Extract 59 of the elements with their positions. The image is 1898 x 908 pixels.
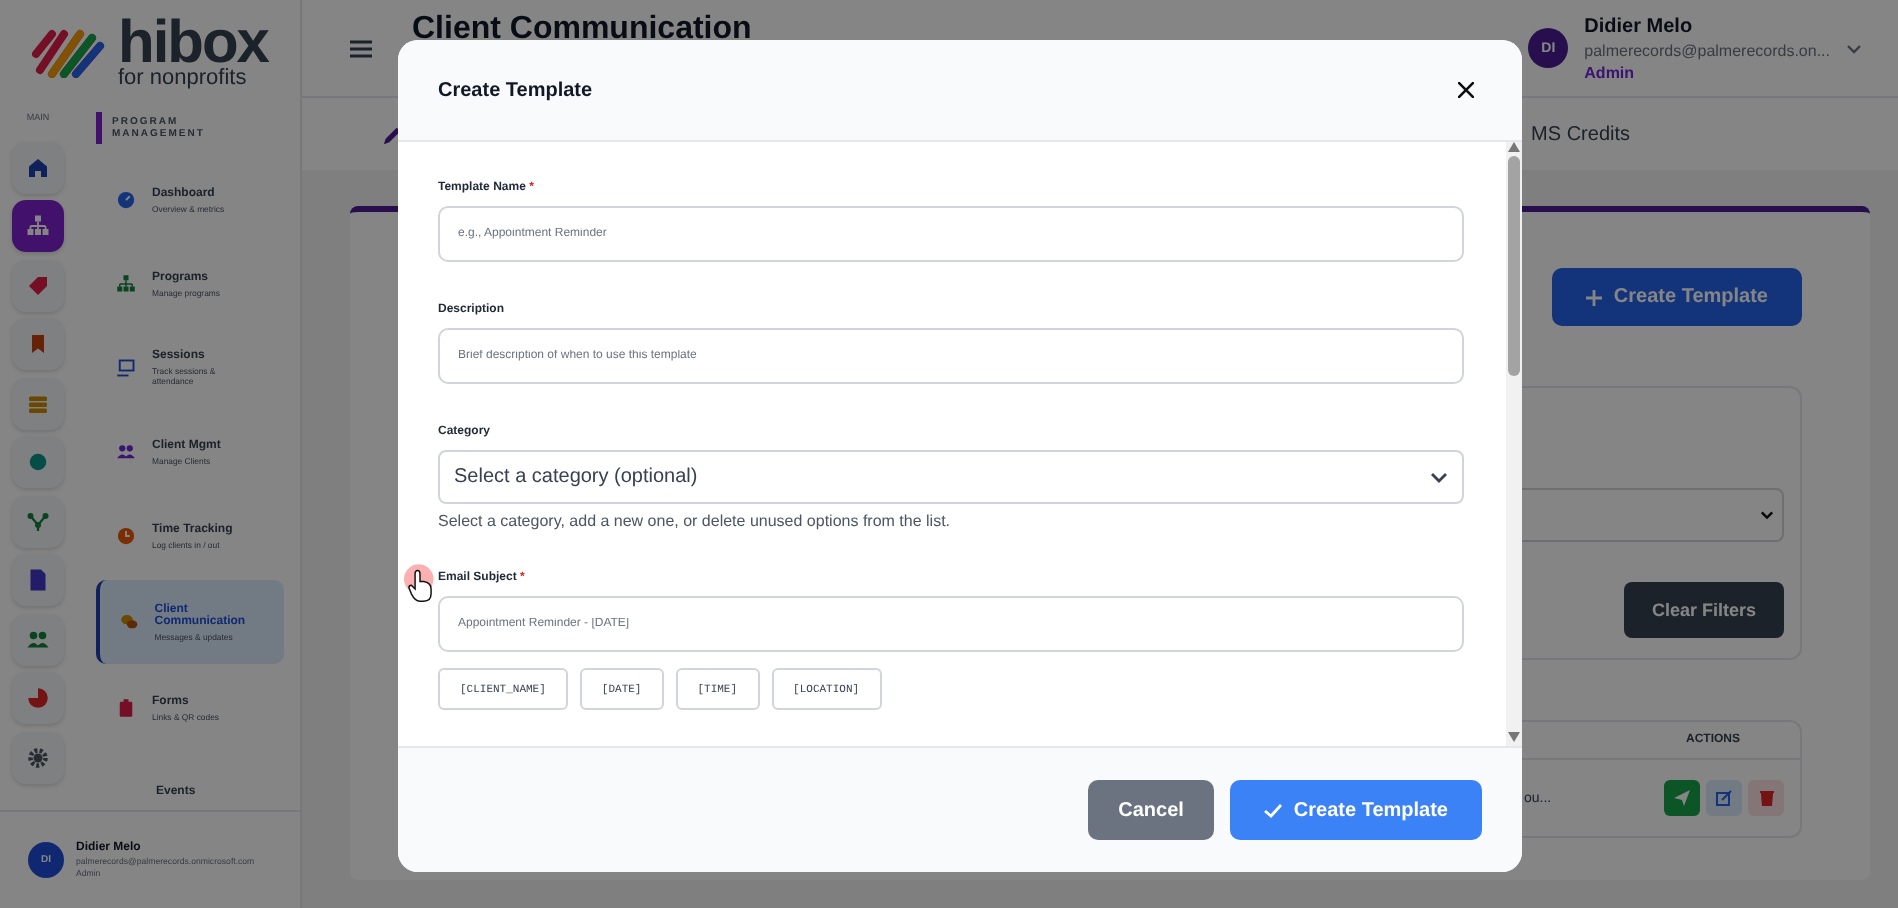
- document-icon: [26, 568, 50, 592]
- clear-filters-button[interactable]: Clear Filters: [1623, 582, 1784, 638]
- hierarchy-icon: [26, 214, 50, 238]
- trash-icon: [1759, 790, 1773, 806]
- tag-icon: [26, 273, 50, 297]
- tab[interactable]: MS Credits: [1531, 111, 1630, 157]
- close-button[interactable]: [1454, 78, 1478, 102]
- cancel-button[interactable]: Cancel: [1088, 780, 1214, 840]
- rail-button[interactable]: [12, 377, 64, 429]
- rail-button[interactable]: [12, 613, 64, 665]
- user-email: palmerecords@palmerecords.on...: [1584, 41, 1830, 59]
- pie-icon: [26, 686, 50, 710]
- dot-icon: [26, 450, 50, 474]
- rail-button[interactable]: [12, 554, 64, 606]
- stack-icon: [26, 391, 50, 415]
- rail-button[interactable]: [12, 495, 64, 547]
- paper-plane-icon: [1674, 790, 1690, 806]
- scroll-down-icon[interactable]: [1508, 732, 1520, 742]
- dialog-title: Create Template: [438, 79, 593, 101]
- rail-button[interactable]: [12, 672, 64, 724]
- network-icon: [26, 509, 50, 533]
- rail-button[interactable]: [12, 259, 64, 311]
- help-text: Select a category, add a new one, or delete unused options from the list.: [438, 512, 953, 530]
- rail-button[interactable]: [12, 731, 64, 783]
- rail-button[interactable]: [12, 318, 64, 370]
- category-select[interactable]: Select a category (optional): [438, 450, 1464, 504]
- plus-icon: [1585, 289, 1602, 305]
- brand-tagline: for nonprofits: [118, 69, 249, 89]
- rail-button[interactable]: [12, 436, 64, 488]
- create-template-button[interactable]: Create Template: [1551, 268, 1802, 326]
- clock-icon: [116, 526, 136, 546]
- chevron-icon[interactable]: [1846, 43, 1862, 53]
- menu-icon[interactable]: [350, 39, 372, 57]
- send-button[interactable]: [1664, 780, 1700, 816]
- edit-icon: [1716, 790, 1732, 806]
- chevron-icon: [1760, 510, 1774, 520]
- hierarchy-icon: [116, 274, 136, 294]
- gauge-icon: [116, 190, 136, 210]
- pencil-icon: [382, 123, 404, 145]
- people-icon: [26, 627, 50, 651]
- check-icon: [1263, 803, 1282, 817]
- rail-button[interactable]: [12, 141, 64, 193]
- monitor-icon: [116, 358, 136, 378]
- edit-button[interactable]: [1706, 780, 1742, 816]
- close-icon: [1458, 82, 1474, 98]
- bookmark-icon: [26, 332, 50, 356]
- create-template-button[interactable]: Create Template: [1229, 780, 1482, 840]
- brand-name: hibox: [118, 15, 268, 70]
- home-icon: [26, 155, 50, 179]
- pointer-cursor-icon: [404, 564, 436, 604]
- page-title: Client Communication: [412, 12, 754, 48]
- delete-button[interactable]: [1748, 780, 1784, 816]
- user-name: Didier Melo: [1584, 15, 1695, 37]
- rail-button[interactable]: [12, 200, 64, 252]
- people-icon: [116, 442, 136, 462]
- user-role: Admin: [1584, 63, 1637, 81]
- chevron-icon: [1430, 471, 1448, 483]
- gear-icon: [26, 745, 50, 769]
- scrollbar-thumb[interactable]: [1508, 156, 1520, 376]
